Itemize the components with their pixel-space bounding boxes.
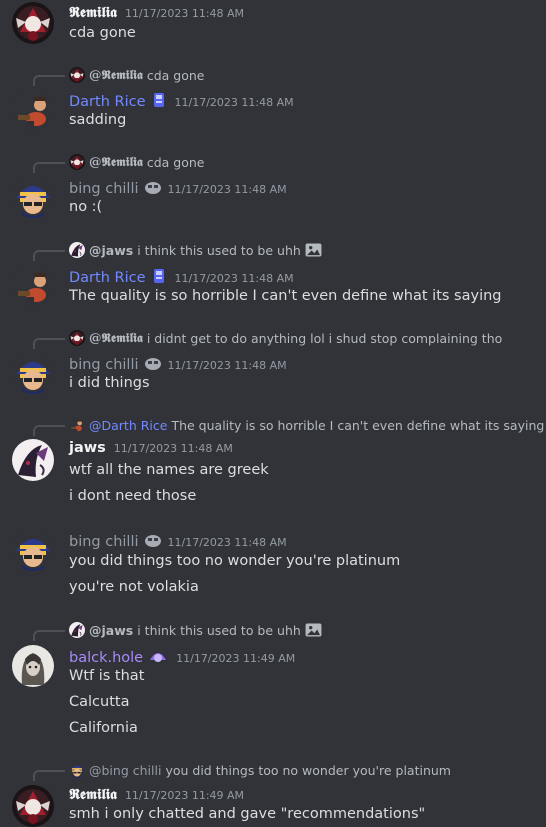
reply-avatar (69, 417, 85, 433)
reply-spine (33, 770, 65, 781)
message-text: smh i only chatted and gave "recommendat… (69, 806, 426, 822)
reply-avatar (69, 154, 85, 170)
message-text: Wtf is that (69, 668, 145, 684)
author-name[interactable]: balck.hole (69, 650, 143, 666)
reply-spine (33, 630, 65, 641)
reply-author[interactable]: @𝕽𝖊𝖒𝖎𝖑𝖎𝖆 (89, 154, 143, 170)
role-badge-icon (151, 92, 167, 108)
author-name[interactable]: Darth Rice (69, 270, 146, 286)
avatar[interactable] (12, 2, 54, 44)
timestamp: 11/17/2023 11:48 AM (124, 7, 245, 20)
message-text: California (69, 720, 138, 736)
avatar[interactable] (12, 439, 54, 481)
author-name[interactable]: bing chilli (69, 181, 139, 197)
reply-text: cda gone (146, 154, 205, 170)
message-text: you're not volakia (69, 579, 199, 595)
reply-spine (33, 162, 65, 173)
reply-author[interactable]: @jaws (89, 243, 133, 258)
reply-author[interactable]: @𝕽𝖊𝖒𝖎𝖑𝖎𝖆 (89, 330, 143, 346)
message-text: no :( (69, 199, 103, 215)
author-name[interactable]: Darth Rice (69, 94, 146, 110)
avatar[interactable] (12, 529, 54, 571)
timestamp: 11/17/2023 11:48 AM (174, 272, 294, 285)
message-text: Calcutta (69, 694, 130, 710)
reply-avatar (69, 762, 85, 778)
reply-text: The quality is so horrible I can't even … (171, 417, 545, 433)
reply-spine (33, 250, 65, 261)
timestamp: 11/17/2023 11:48 AM (174, 96, 294, 109)
timestamp: 11/17/2023 11:48 AM (167, 183, 287, 196)
reply-preview[interactable]: @jaws i think this used to be uhh (69, 242, 322, 258)
avatar[interactable] (12, 785, 54, 827)
image-icon (305, 623, 322, 637)
reply-avatar (69, 330, 85, 346)
message-text: you did things too no wonder you're plat… (69, 553, 401, 569)
reply-preview[interactable]: @𝕽𝖊𝖒𝖎𝖑𝖎𝖆 cda gone (69, 154, 204, 170)
image-icon (305, 243, 322, 257)
avatar[interactable] (12, 352, 54, 394)
message-text: i dont need those (69, 488, 197, 504)
reply-preview[interactable]: @jaws i think this used to be uhh (69, 622, 322, 638)
reply-avatar (69, 242, 85, 258)
reply-text: cda gone (146, 67, 205, 83)
reply-author[interactable]: @bing chilli (89, 763, 161, 778)
message-text: cda gone (69, 25, 136, 41)
reply-preview[interactable]: @Darth Rice The quality is so horrible I… (69, 417, 544, 433)
message-text: The quality is so horrible I can't even … (69, 288, 502, 304)
reply-spine (33, 425, 65, 436)
reply-preview[interactable]: @bing chilli you did things too no wonde… (69, 762, 451, 778)
role-badge-icon (144, 179, 161, 195)
reply-text: i think this used to be uhh (137, 622, 301, 638)
avatar[interactable] (12, 176, 54, 218)
reply-author[interactable]: @jaws (89, 623, 133, 638)
reply-preview[interactable]: @𝕽𝖊𝖒𝖎𝖑𝖎𝖆 cda gone (69, 67, 204, 83)
reply-spine (33, 75, 65, 86)
reply-avatar (69, 67, 85, 83)
author-name[interactable]: jaws (69, 440, 106, 456)
timestamp: 11/17/2023 11:49 AM (176, 652, 296, 665)
message-text: wtf all the names are greek (69, 462, 269, 478)
role-badge-icon (148, 648, 168, 664)
message-text: sadding (69, 112, 127, 128)
author-name[interactable]: bing chilli (69, 357, 139, 373)
role-badge-icon (151, 268, 167, 284)
avatar[interactable] (12, 89, 54, 131)
reply-preview[interactable]: @𝕽𝖊𝖒𝖎𝖑𝖎𝖆 i didnt get to do anything lol … (69, 330, 502, 346)
avatar[interactable] (12, 265, 54, 307)
avatar[interactable] (12, 645, 54, 687)
author-name[interactable]: bing chilli (69, 534, 139, 550)
reply-text: i think this used to be uhh (137, 242, 301, 258)
author-name[interactable]: 𝕽𝖊𝖒𝖎𝖑𝖎𝖆 (69, 786, 117, 803)
role-badge-icon (144, 355, 161, 371)
message-text: i did things (69, 375, 150, 391)
timestamp: 11/17/2023 11:48 AM (167, 536, 287, 549)
author-name[interactable]: 𝕽𝖊𝖒𝖎𝖑𝖎𝖆 (69, 4, 117, 21)
reply-spine (33, 338, 65, 349)
timestamp: 11/17/2023 11:48 AM (167, 359, 287, 372)
reply-author[interactable]: @Darth Rice (89, 418, 167, 433)
reply-text: i didnt get to do anything lol i shud st… (146, 330, 503, 346)
reply-avatar (69, 622, 85, 638)
timestamp: 11/17/2023 11:49 AM (124, 789, 245, 802)
role-badge-icon (144, 532, 161, 548)
timestamp: 11/17/2023 11:48 AM (113, 442, 233, 455)
reply-author[interactable]: @𝕽𝖊𝖒𝖎𝖑𝖎𝖆 (89, 67, 143, 83)
reply-text: you did things too no wonder you're plat… (165, 762, 451, 778)
